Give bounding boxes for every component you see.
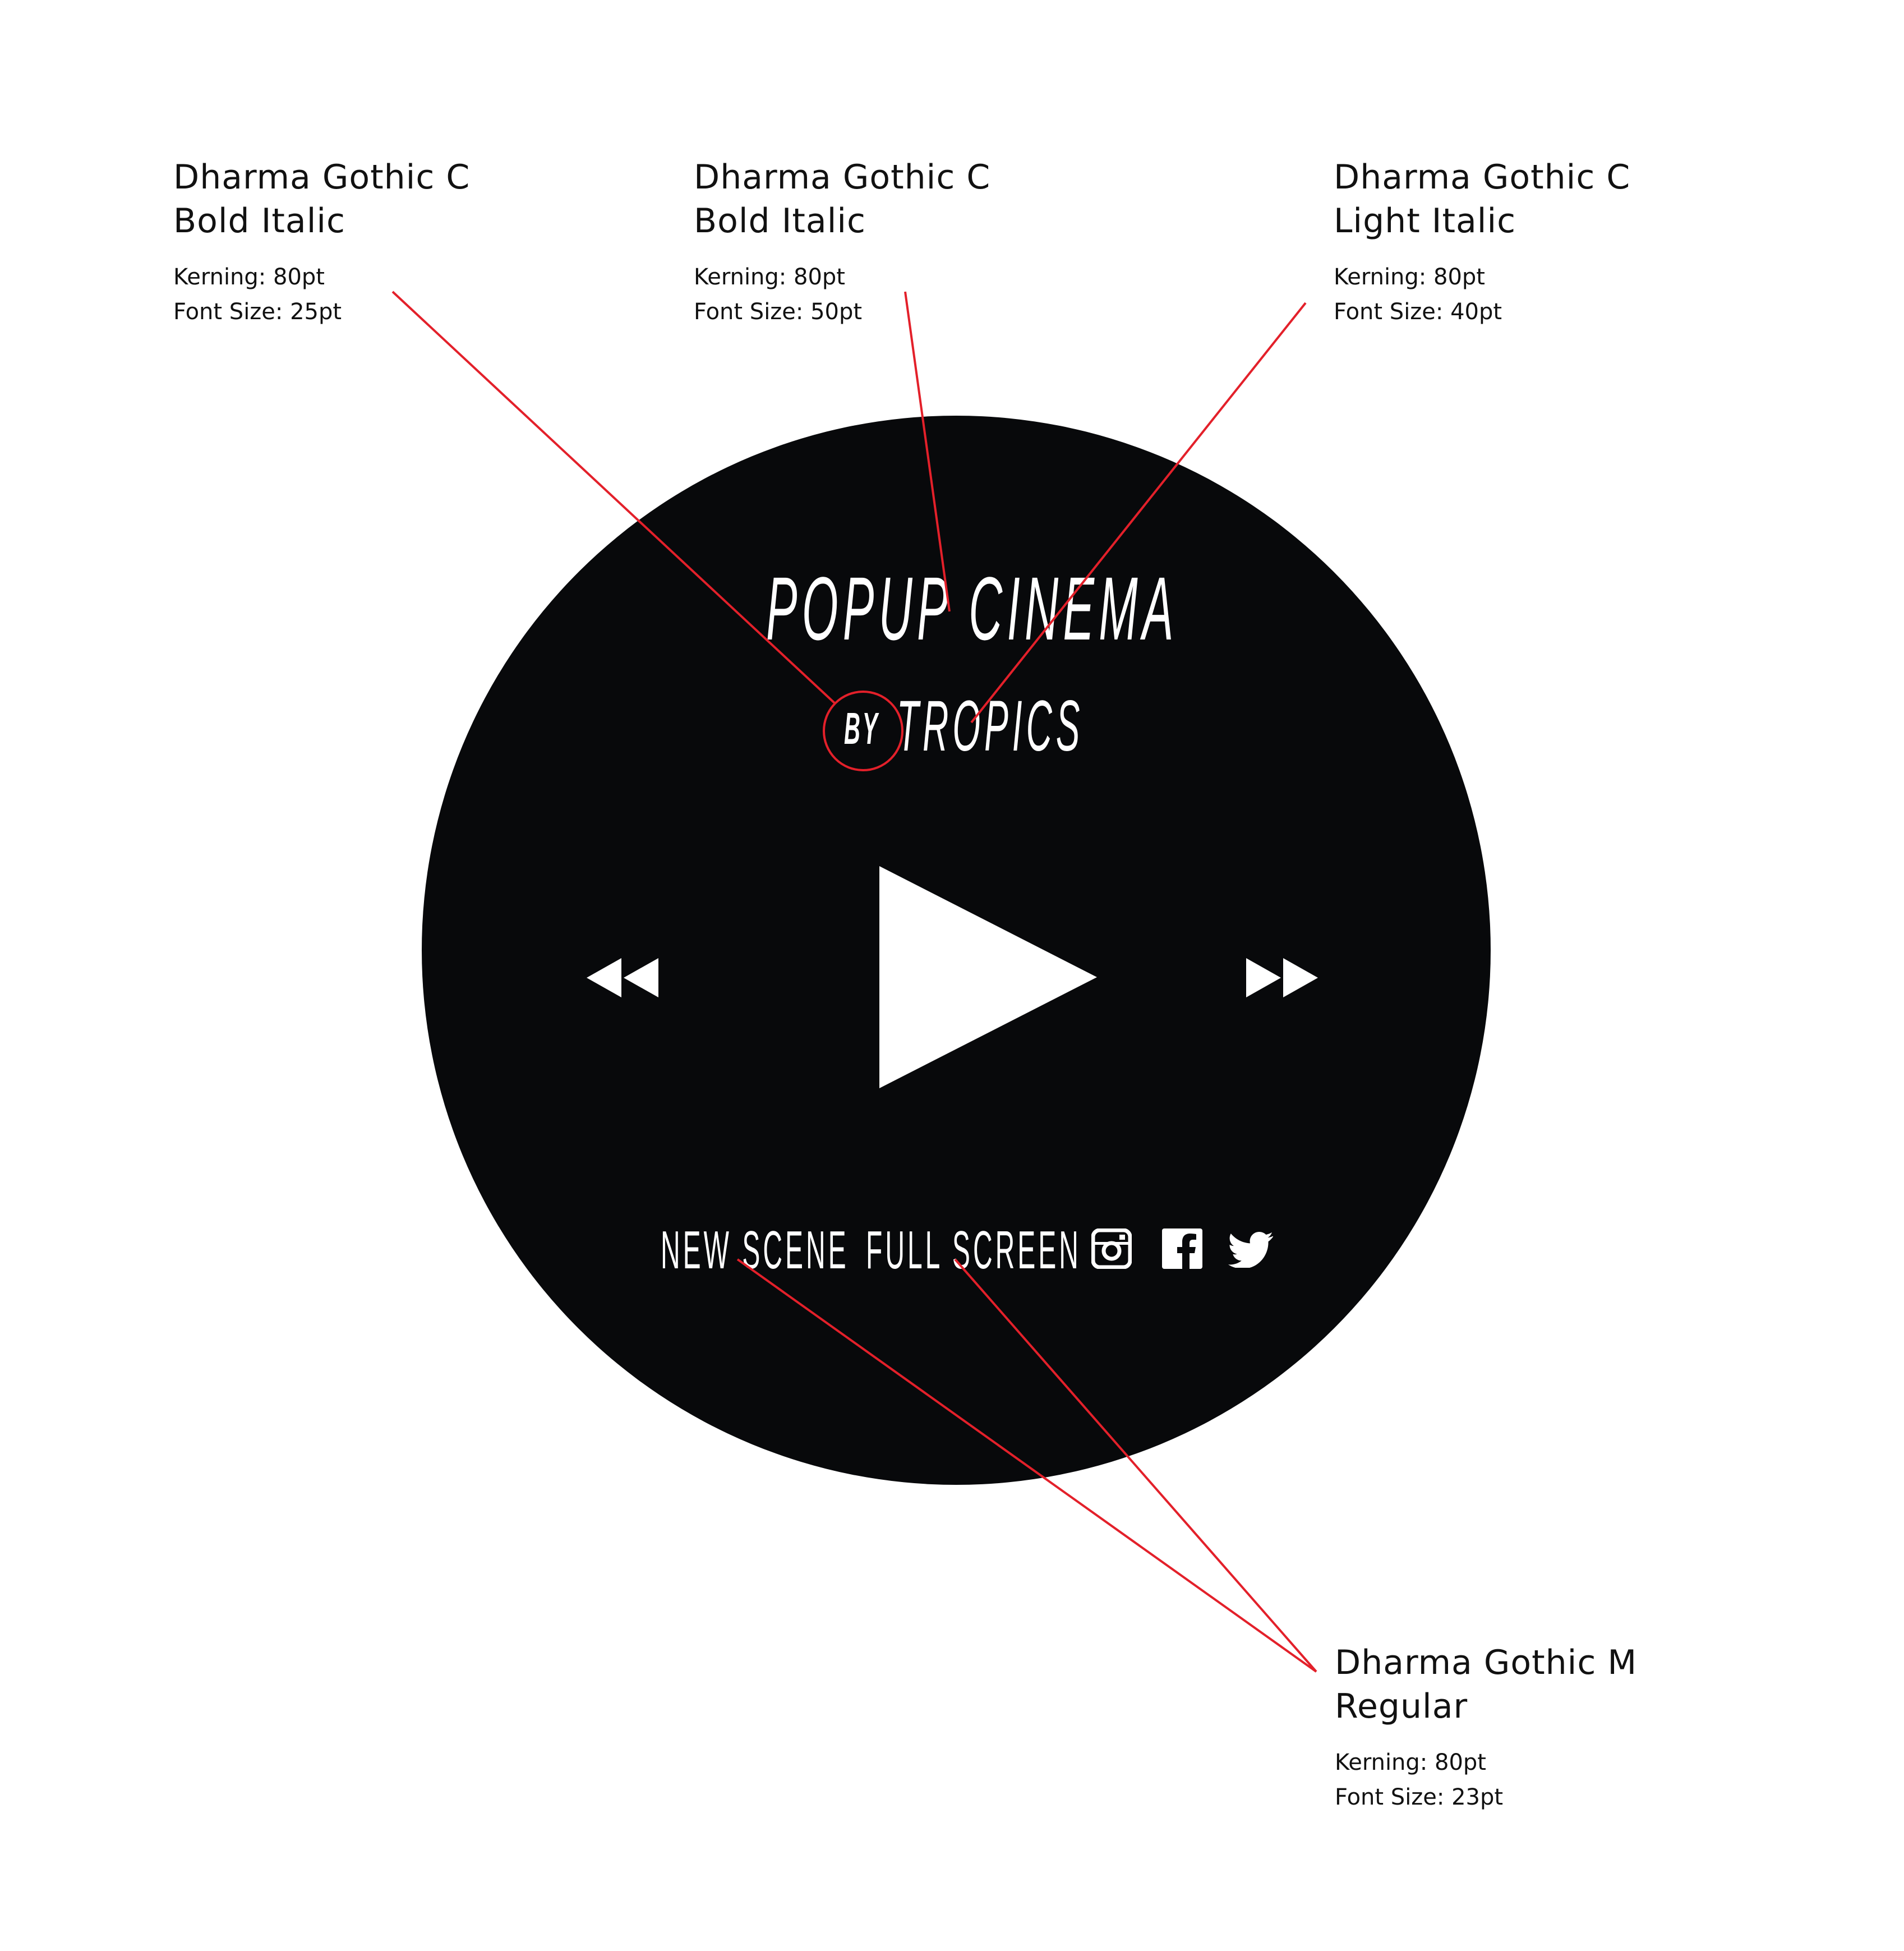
fast-forward-icon (1246, 958, 1318, 997)
rewind-button[interactable] (587, 958, 660, 997)
annotation-font-size: Font Size: 23pt (1335, 1784, 1504, 1810)
annotation-font-weight: Bold Italic (694, 201, 866, 241)
instagram-icon (1091, 1228, 1132, 1269)
annotation-kerning: Kerning: 80pt (694, 264, 845, 290)
annotation-font-size: Font Size: 50pt (694, 299, 863, 325)
annotation-top-right: Dharma Gothic C Light Italic Kerning: 80… (1334, 155, 1782, 329)
annotation-font-name: Dharma Gothic M (1335, 1643, 1638, 1682)
brand-by-label: BY (844, 703, 880, 753)
twitter-link[interactable] (1228, 1232, 1273, 1268)
annotation-font-name: Dharma Gothic C (1334, 158, 1631, 197)
twitter-icon (1228, 1232, 1273, 1268)
annotation-font-weight: Light Italic (1334, 201, 1516, 241)
annotation-font-name: Dharma Gothic C (694, 158, 991, 197)
facebook-link[interactable] (1162, 1228, 1202, 1269)
annotation-font-weight: Bold Italic (173, 201, 346, 241)
brand-subtitle: TROPICS (897, 686, 1084, 766)
brand-title: POPUP CINEMA (766, 553, 1173, 665)
facebook-icon (1162, 1228, 1202, 1269)
rewind-icon (587, 958, 658, 997)
instagram-link[interactable] (1091, 1228, 1132, 1269)
annotation-font-name: Dharma Gothic C (173, 158, 471, 197)
play-button[interactable] (879, 866, 1098, 1088)
annotation-font-size: Font Size: 25pt (173, 299, 342, 325)
annotation-bottom-right: Dharma Gothic M Regular Kerning: 80pt Fo… (1335, 1641, 1783, 1815)
annotation-font-size: Font Size: 40pt (1334, 299, 1502, 325)
annotation-top-middle: Dharma Gothic C Bold Italic Kerning: 80p… (694, 155, 1142, 329)
fast-forward-button[interactable] (1246, 958, 1319, 997)
play-icon (879, 866, 1097, 1088)
full-screen-button[interactable]: FULL SCREEN (866, 1220, 1081, 1281)
annotation-top-left: Dharma Gothic C Bold Italic Kerning: 80p… (173, 155, 622, 329)
new-scene-button[interactable]: NEW SCENE (661, 1220, 849, 1281)
annotation-kerning: Kerning: 80pt (1334, 264, 1485, 290)
annotation-font-weight: Regular (1335, 1687, 1468, 1726)
annotation-kerning: Kerning: 80pt (1335, 1750, 1486, 1775)
annotation-kerning: Kerning: 80pt (173, 264, 325, 290)
